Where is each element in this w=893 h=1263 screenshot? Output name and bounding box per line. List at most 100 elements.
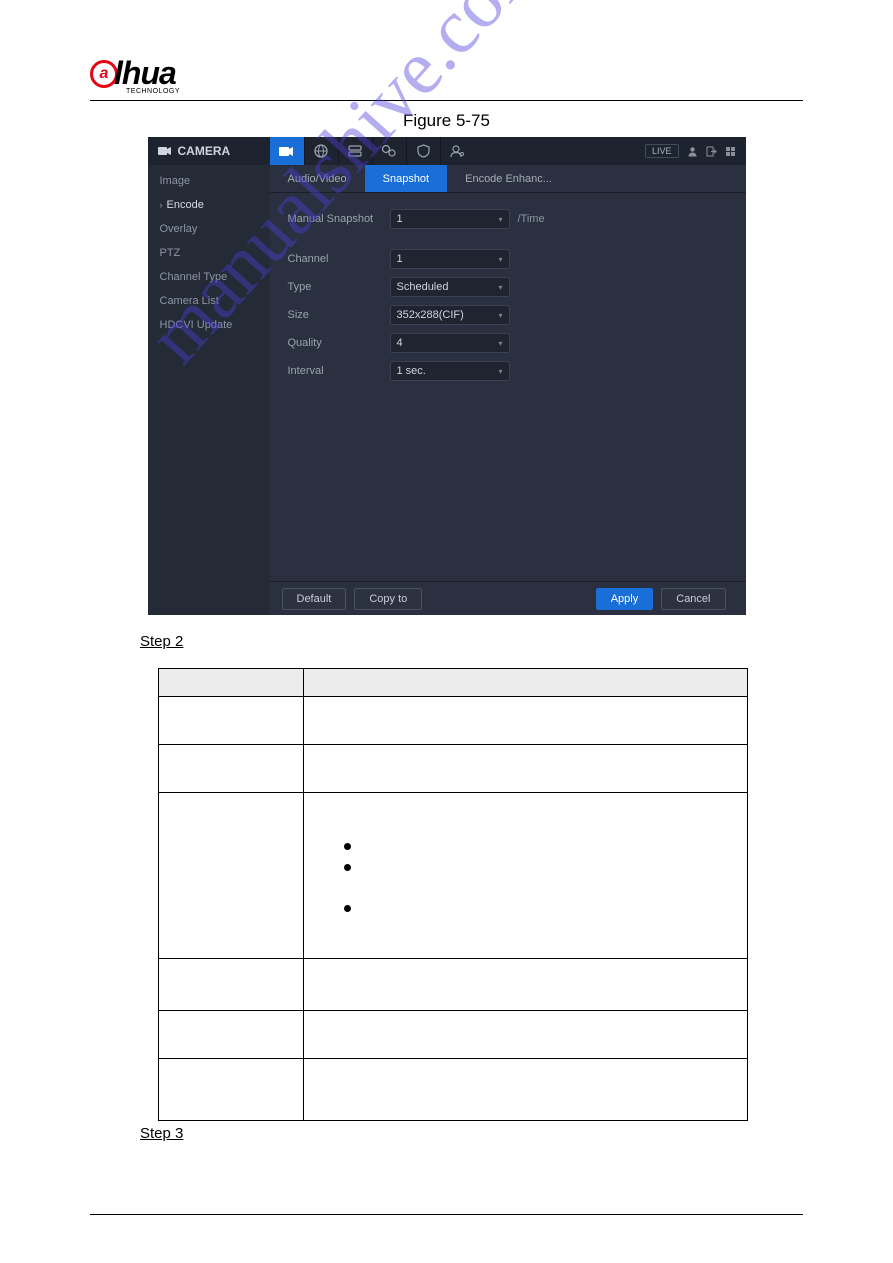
table-cell [159,1059,304,1121]
table-cell [159,1011,304,1059]
chevron-down-icon: ▾ [498,339,502,348]
label-type: Type [288,281,390,293]
table-cell [159,745,304,793]
step-3: Step 3 [140,1125,803,1142]
table-cell [304,793,748,959]
table-header [304,669,748,697]
logo-subtitle: TECHNOLOGY [126,88,803,95]
button-label: Default [297,593,332,605]
bullet-icon [344,843,351,850]
apply-button[interactable]: Apply [596,588,654,610]
select-type[interactable]: Scheduled ▾ [390,277,510,297]
cancel-button[interactable]: Cancel [661,588,725,610]
label-interval: Interval [288,365,390,377]
nav-storage-icon[interactable] [338,137,372,165]
button-label: Cancel [676,593,710,605]
tab-label: Encode Enhanc... [465,173,552,185]
label-size: Size [288,309,390,321]
user-small-icon[interactable] [687,146,698,157]
sidebar-item-overlay[interactable]: Overlay [148,217,270,241]
select-value: 352x288(CIF) [397,309,464,321]
tab-snapshot[interactable]: Snapshot [365,165,447,192]
figure-caption: Figure 5-75 [90,111,803,131]
select-channel[interactable]: 1 ▾ [390,249,510,269]
logo: a lhua TECHNOLOGY [90,55,803,95]
app-title: CAMERA [148,137,270,165]
top-right-controls: LIVE [626,137,746,165]
sidebar-item-camera-list[interactable]: Camera List [148,289,270,313]
nav-icons [270,137,626,165]
logo-text: lhua [114,55,176,92]
step-2: Step 2 [140,633,803,650]
copy-to-button[interactable]: Copy to [354,588,422,610]
tab-label: Audio/Video [288,173,347,185]
logout-icon[interactable] [706,146,717,157]
sidebar-item-label: PTZ [160,247,181,259]
label-manual-snapshot: Manual Snapshot [288,213,390,225]
app-title-text: CAMERA [178,144,231,158]
select-manual-snapshot[interactable]: 1 ▾ [390,209,510,229]
default-button[interactable]: Default [282,588,347,610]
chevron-right-icon: › [160,200,163,210]
sidebar-item-label: Camera List [160,295,219,307]
tab-encode-enhance[interactable]: Encode Enhanc... [447,165,570,192]
select-quality[interactable]: 4 ▾ [390,333,510,353]
sidebar-item-label: Image [160,175,191,187]
select-value: 4 [397,337,403,349]
table-cell [159,793,304,959]
tab-audio-video[interactable]: Audio/Video [270,165,365,192]
select-value: 1 [397,213,403,225]
button-label: Copy to [369,593,407,605]
tabs: Audio/Video Snapshot Encode Enhanc... [270,165,746,193]
select-value: 1 sec. [397,365,426,377]
sidebar-item-label: Overlay [160,223,198,235]
footer-rule [90,1214,803,1215]
grid-icon[interactable] [725,146,736,157]
sidebar-item-hdcvi-update[interactable]: HDCVI Update [148,313,270,337]
label-channel: Channel [288,253,390,265]
bullet-icon [344,905,351,912]
bullet-list [304,805,747,946]
chevron-down-icon: ▾ [498,367,502,376]
live-badge[interactable]: LIVE [645,144,679,158]
select-value: Scheduled [397,281,449,293]
chevron-down-icon: ▾ [498,311,502,320]
table-cell [304,1059,748,1121]
table-cell [304,745,748,793]
bullet-icon [344,864,351,871]
select-value: 1 [397,253,403,265]
chevron-down-icon: ▾ [498,283,502,292]
sidebar-item-encode[interactable]: › Encode [148,193,270,217]
app-titlebar: CAMERA [148,137,746,165]
tab-label: Snapshot [383,173,429,185]
button-label: Apply [611,593,639,605]
table-cell [159,959,304,1011]
sidebar-item-ptz[interactable]: PTZ [148,241,270,265]
table-cell [304,1011,748,1059]
sidebar-item-label: Encode [167,199,204,211]
sidebar-item-label: HDCVI Update [160,319,233,331]
form: Manual Snapshot 1 ▾ /Time Channel 1 ▾ [270,193,746,397]
footer: Default Copy to Apply Cancel [270,581,746,615]
table-cell [304,959,748,1011]
chevron-down-icon: ▾ [498,255,502,264]
nav-camera-icon[interactable] [270,137,304,165]
table-cell [159,697,304,745]
header-rule [90,100,803,101]
chevron-down-icon: ▾ [498,215,502,224]
nav-gear-icon[interactable] [372,137,406,165]
select-size[interactable]: 352x288(CIF) ▾ [390,305,510,325]
camera-icon [158,146,172,156]
label-quality: Quality [288,337,390,349]
table-cell [304,697,748,745]
nav-user-icon[interactable] [440,137,474,165]
suffix-time: /Time [518,213,545,225]
table-header [159,669,304,697]
sidebar-item-image[interactable]: Image [148,169,270,193]
sidebar: Image › Encode Overlay PTZ Channel Type C… [148,165,270,615]
select-interval[interactable]: 1 sec. ▾ [390,361,510,381]
nav-shield-icon[interactable] [406,137,440,165]
nav-globe-icon[interactable] [304,137,338,165]
sidebar-item-label: Channel Type [160,271,228,283]
sidebar-item-channel-type[interactable]: Channel Type [148,265,270,289]
